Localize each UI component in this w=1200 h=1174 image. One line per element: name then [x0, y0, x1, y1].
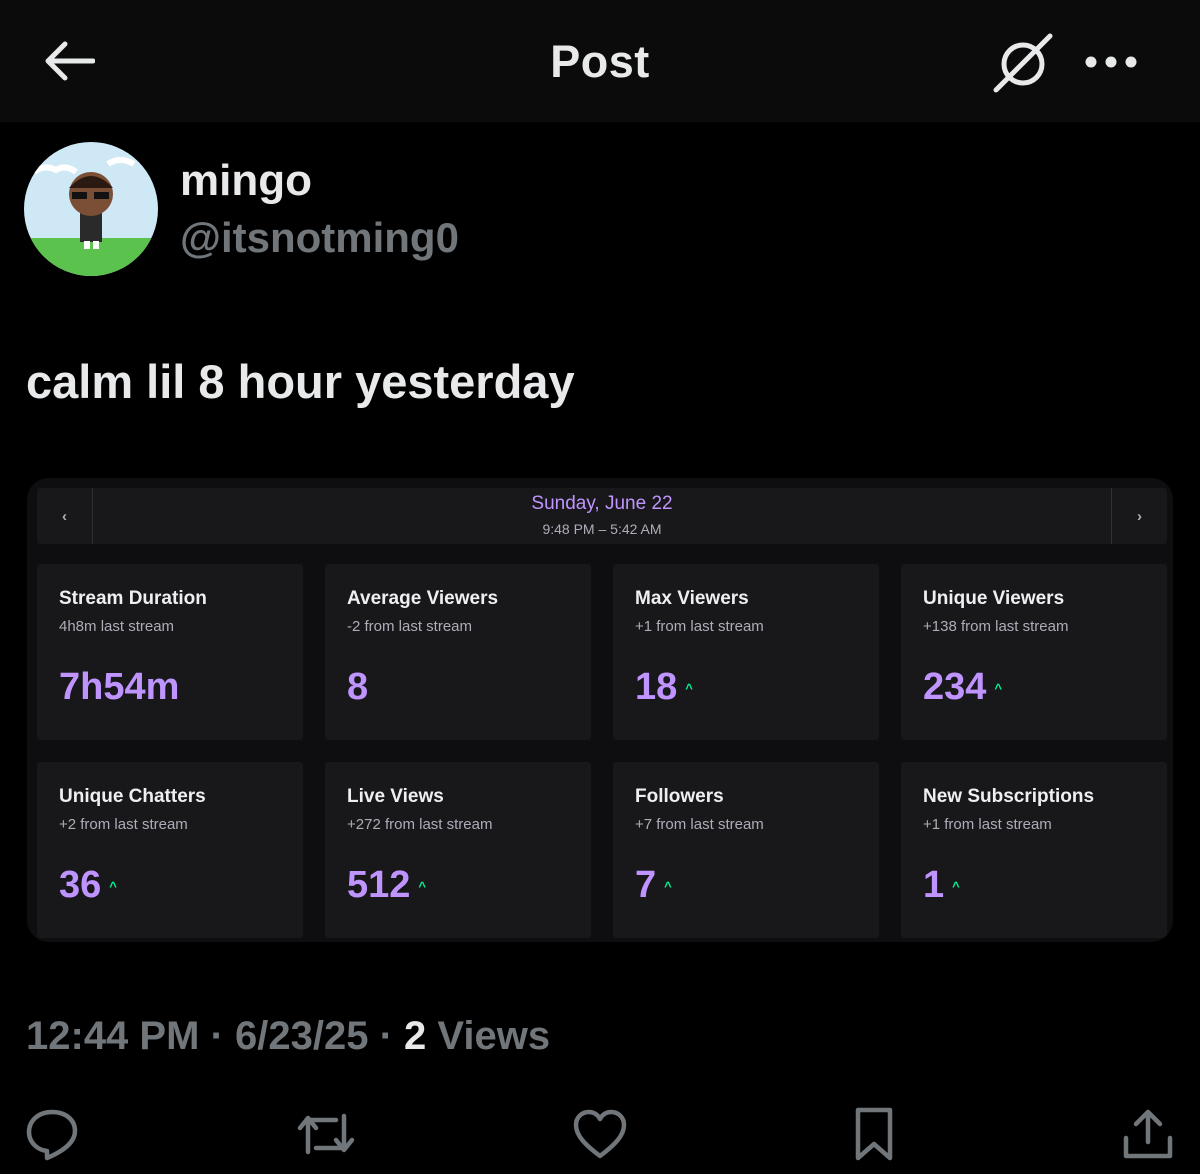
stat-card: Unique Viewers +138 from last stream 234… [901, 564, 1167, 740]
stat-label: Max Viewers [635, 588, 749, 609]
stat-value: 18 ^ [635, 666, 693, 708]
up-arrow-icon: ^ [952, 879, 960, 894]
stat-card: Followers +7 from last stream 7 ^ [613, 762, 879, 938]
stat-change: +1 from last stream [923, 816, 1052, 833]
stat-value: 8 [347, 666, 369, 708]
repost-button[interactable] [296, 1104, 356, 1164]
stat-label: Unique Viewers [923, 588, 1065, 609]
stat-change: -2 from last stream [347, 618, 473, 635]
grok-icon [993, 33, 1053, 93]
stat-change: +7 from last stream [635, 816, 764, 833]
like-button[interactable] [570, 1104, 630, 1164]
stat-label: New Subscriptions [923, 786, 1095, 807]
stat-change: 4h8m last stream [59, 618, 175, 635]
share-icon [1123, 1109, 1173, 1159]
stat-value: 7 ^ [635, 864, 672, 906]
up-arrow-icon: ^ [418, 879, 426, 894]
up-arrow-icon: ^ [664, 879, 672, 894]
stat-change: +1 from last stream [635, 618, 764, 635]
stat-value: 36 ^ [59, 864, 117, 906]
stat-label: Followers [635, 786, 724, 807]
top-bar: Post [0, 0, 1200, 122]
stat-card: Stream Duration 4h8m last stream 7h54m [37, 564, 303, 740]
stat-change: +2 from last stream [59, 816, 188, 833]
author-name[interactable]: mingo [180, 156, 312, 206]
bookmark-button[interactable] [844, 1104, 904, 1164]
stat-change: +138 from last stream [923, 618, 1069, 635]
post-text: calm lil 8 hour yesterday [26, 355, 575, 408]
up-arrow-icon: ^ [994, 681, 1002, 696]
stat-value: 7h54m [59, 666, 180, 708]
next-date-button: › [1111, 488, 1167, 544]
stat-label: Stream Duration [59, 588, 207, 609]
stat-value: 512 ^ [347, 864, 426, 906]
stream-time-range: 9:48 PM – 5:42 AM [542, 521, 662, 537]
stat-label: Live Views [347, 786, 444, 807]
views-label[interactable]: Views [437, 1014, 550, 1058]
stat-card: Live Views +272 from last stream 512 ^ [325, 762, 591, 938]
post-meta: 12:44 PM · 6/23/25 · 2 Views [26, 1014, 550, 1059]
stat-label: Unique Chatters [59, 786, 206, 807]
stream-date: Sunday, June 22 [531, 493, 673, 514]
more-icon [1085, 56, 1137, 68]
like-icon [573, 1109, 627, 1159]
share-button[interactable] [1118, 1104, 1178, 1164]
stat-card: Average Viewers -2 from last stream 8 [325, 564, 591, 740]
up-arrow-icon: ^ [685, 681, 693, 696]
stat-change: +272 from last stream [347, 816, 493, 833]
stat-label: Average Viewers [347, 588, 499, 609]
more-button[interactable] [1078, 40, 1144, 84]
stat-value: 234 ^ [923, 666, 1002, 708]
meta-separator: · [210, 1014, 224, 1058]
grok-button[interactable] [988, 30, 1058, 96]
meta-separator: · [379, 1014, 393, 1058]
bookmark-icon [855, 1107, 893, 1161]
reply-button[interactable] [22, 1104, 82, 1164]
up-arrow-icon: ^ [109, 879, 117, 894]
avatar-image [24, 142, 158, 276]
date-bar: ‹ Sunday, June 22 9:48 PM – 5:42 AM › [37, 488, 1167, 544]
stat-card: Max Viewers +1 from last stream 18 ^ [613, 564, 879, 740]
author-handle[interactable]: @itsnotming0 [180, 214, 459, 262]
repost-icon [297, 1113, 355, 1155]
post-image[interactable]: ‹ Sunday, June 22 9:48 PM – 5:42 AM › St… [27, 478, 1173, 942]
views-count[interactable]: 2 [404, 1014, 426, 1058]
stat-card: Unique Chatters +2 from last stream 36 ^ [37, 762, 303, 938]
stat-card: New Subscriptions +1 from last stream 1 ^ [901, 762, 1167, 938]
avatar[interactable] [24, 142, 158, 276]
post-time[interactable]: 12:44 PM [26, 1014, 199, 1058]
reply-icon [26, 1109, 78, 1161]
post-date[interactable]: 6/23/25 [235, 1014, 368, 1058]
stat-value: 1 ^ [923, 864, 960, 906]
